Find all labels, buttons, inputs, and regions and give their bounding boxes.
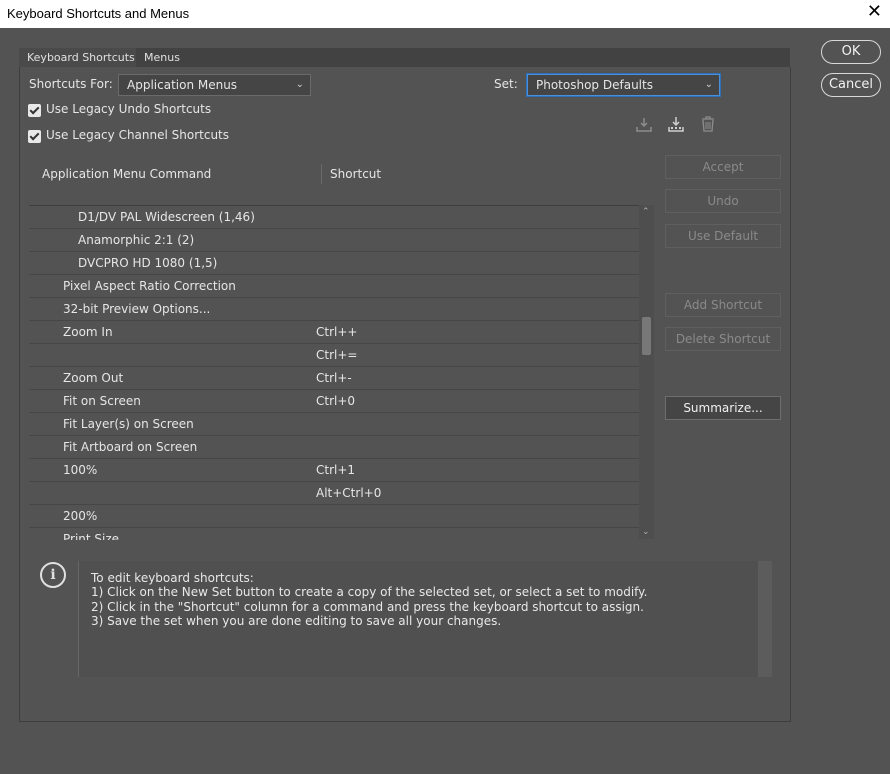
table-row[interactable]: Anamorphic 2:1 (2) [29,229,639,252]
ok-button[interactable]: OK [821,40,881,64]
column-divider[interactable] [321,164,322,184]
legacy-undo-label[interactable]: Use Legacy Undo Shortcuts [46,102,211,116]
tab-keyboard-shortcuts[interactable]: Keyboard Shortcuts [19,48,142,67]
delete-shortcut-button[interactable]: Delete Shortcut [665,327,781,351]
set-select[interactable]: Photoshop Defaults ⌄ [527,74,720,96]
chevron-down-icon: ⌄ [704,79,713,90]
column-header-shortcut[interactable]: Shortcut [330,167,381,181]
legacy-channel-label[interactable]: Use Legacy Channel Shortcuts [46,128,229,142]
tab-strip-background [157,48,790,67]
table-row[interactable]: 100% Ctrl+1 [29,459,639,482]
scrollbar-thumb[interactable] [642,317,651,355]
shortcuts-for-value: Application Menus [127,78,238,92]
table-row[interactable]: Fit Layer(s) on Screen [29,413,639,436]
use-default-button[interactable]: Use Default [665,224,781,248]
table-row[interactable]: Print Size [29,528,639,540]
legacy-undo-checkbox[interactable] [28,104,41,117]
info-line: To edit keyboard shortcuts: [91,571,254,585]
info-line: 1) Click on the New Set button to create… [91,585,648,599]
save-set-icon[interactable] [635,115,653,133]
info-scrollbar[interactable] [758,561,772,677]
chevron-up-icon[interactable]: ⌃ [642,207,650,217]
table-row[interactable]: 200% [29,505,639,528]
list-scrollbar[interactable]: ⌃ ⌄ [639,205,654,539]
summarize-button[interactable]: Summarize... [665,396,781,420]
chevron-down-icon: ⌄ [295,79,304,90]
accept-button[interactable]: Accept [665,155,781,179]
delete-set-icon[interactable] [699,115,717,133]
info-icon: i [40,562,66,588]
tab-menus[interactable]: Menus [136,48,192,67]
chevron-down-icon[interactable]: ⌄ [642,527,650,537]
set-label: Set: [494,77,518,91]
shortcut-list[interactable]: D1/DV PAL Widescreen (1,46) Anamorphic 2… [29,205,639,540]
window-title: Keyboard Shortcuts and Menus [7,6,190,21]
add-shortcut-button[interactable]: Add Shortcut [665,293,781,317]
new-set-icon[interactable] [667,115,685,133]
column-header: Application Menu Command Shortcut [29,155,654,193]
table-row[interactable]: Alt+Ctrl+0 [29,482,639,505]
title-bar: Keyboard Shortcuts and Menus ✕ [0,0,890,28]
shortcuts-for-label: Shortcuts For: [29,77,113,91]
table-row[interactable]: Zoom In Ctrl++ [29,321,639,344]
shortcuts-for-select[interactable]: Application Menus ⌄ [118,74,311,96]
close-icon[interactable]: ✕ [867,2,882,22]
table-row[interactable]: Zoom Out Ctrl+- [29,367,639,390]
table-row[interactable]: 32-bit Preview Options... [29,298,639,321]
table-row[interactable]: DVCPRO HD 1080 (1,5) [29,252,639,275]
undo-button[interactable]: Undo [665,189,781,213]
table-row[interactable]: Pixel Aspect Ratio Correction [29,275,639,298]
set-value: Photoshop Defaults [536,78,653,92]
info-line: 3) Save the set when you are done editin… [91,614,502,628]
column-header-command[interactable]: Application Menu Command [42,167,211,181]
info-line: 2) Click in the "Shortcut" column for a … [91,600,644,614]
table-row[interactable]: D1/DV PAL Widescreen (1,46) [29,206,639,229]
table-row[interactable]: Fit on Screen Ctrl+0 [29,390,639,413]
table-row[interactable]: Fit Artboard on Screen [29,436,639,459]
table-row[interactable]: Ctrl+= [29,344,639,367]
info-text-box: To edit keyboard shortcuts: 1) Click on … [78,561,772,677]
cancel-button[interactable]: Cancel [821,73,881,97]
legacy-channel-checkbox[interactable] [28,130,41,143]
